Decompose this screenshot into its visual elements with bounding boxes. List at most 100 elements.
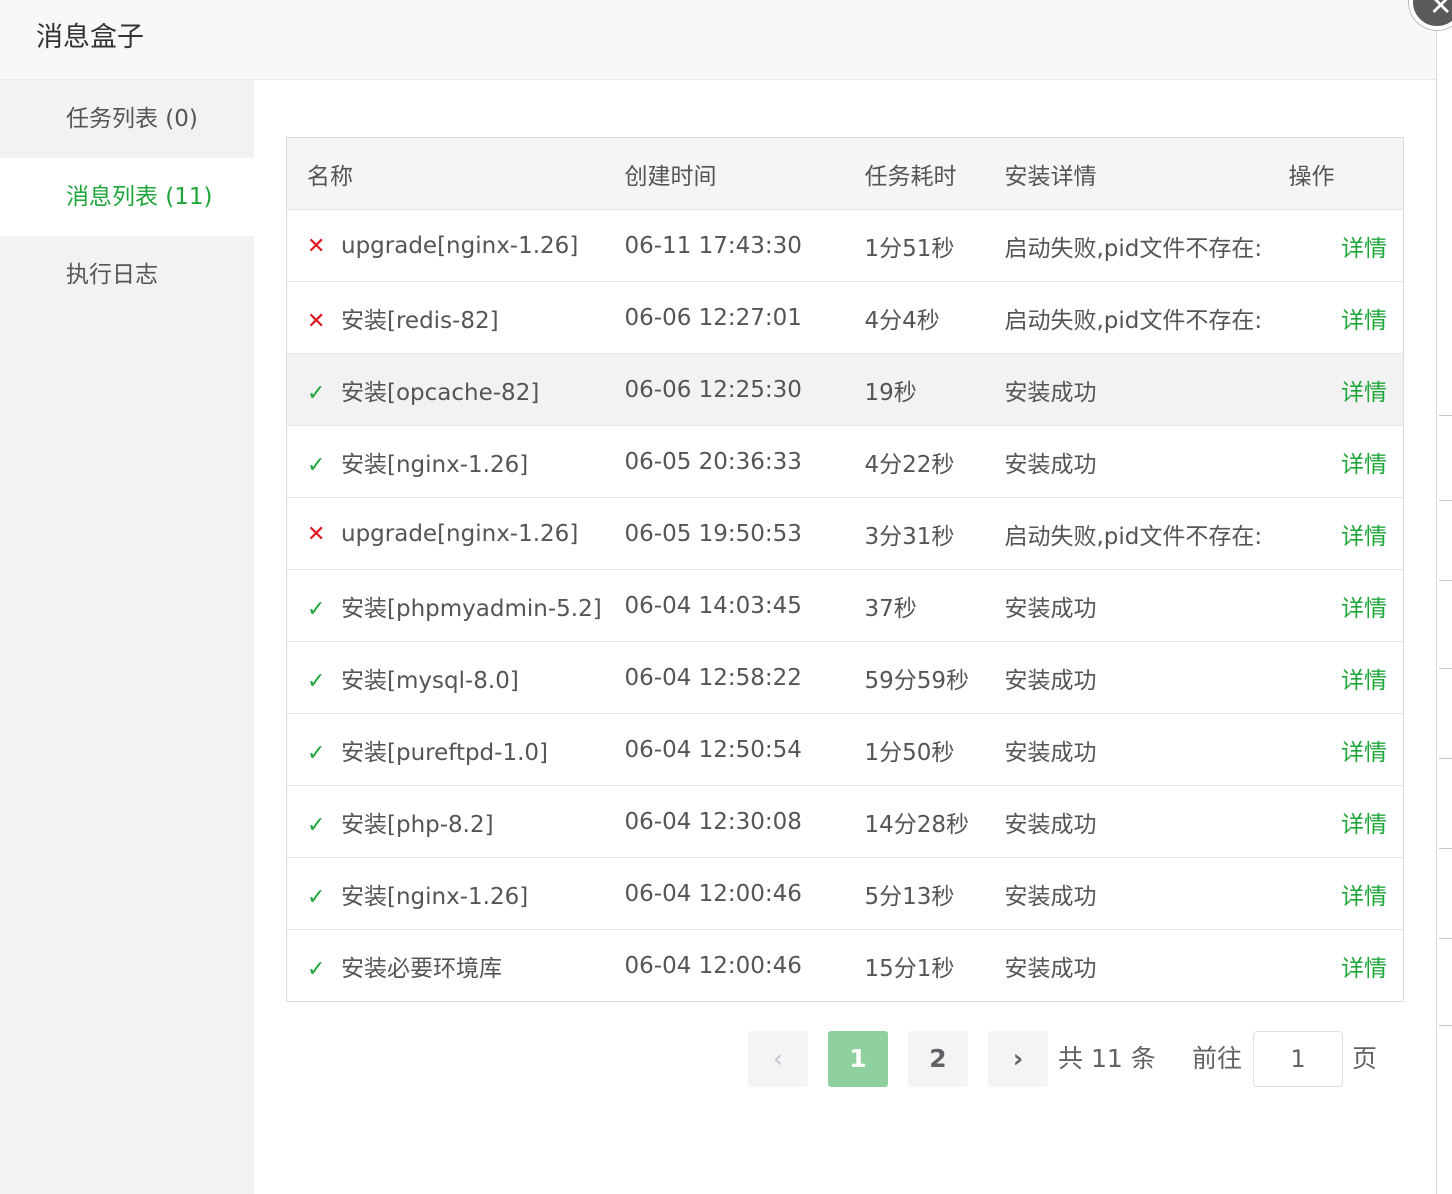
details-link[interactable]: 详情 — [1341, 452, 1387, 478]
check-icon: ✓ — [307, 452, 326, 478]
cell-created: 06-04 12:30:08 — [624, 785, 865, 858]
task-name: upgrade[nginx-1.26] — [341, 232, 579, 259]
sidebar-item-message-list[interactable]: 消息列表 (11) — [0, 158, 254, 236]
cell-duration: 19秒 — [864, 353, 1005, 426]
cell-duration: 1分51秒 — [864, 209, 1005, 282]
details-link[interactable]: 详情 — [1341, 884, 1387, 910]
cell-duration: 3分31秒 — [864, 497, 1005, 570]
prev-page-button[interactable]: ‹ — [748, 1031, 808, 1087]
table-row: ✓ 安装[opcache-82] 06-06 12:25:30 19秒 安装成功 详情 — [286, 353, 1404, 426]
edge-tick — [1439, 500, 1452, 501]
cell-details: 启动失败,pid文件不存在: — [1004, 209, 1289, 282]
table-row: ✓ 安装[nginx-1.26] 06-04 12:00:46 5分13秒 安装成功 详情 — [286, 857, 1404, 930]
cell-action: 详情 — [1288, 857, 1404, 930]
cell-created: 06-04 12:00:46 — [624, 952, 802, 979]
next-page-button[interactable]: › — [988, 1031, 1048, 1087]
cell-details: 安装成功 — [1004, 353, 1289, 426]
background-window-edge — [1436, 0, 1452, 1194]
goto-page-input[interactable]: 1 — [1253, 1031, 1343, 1087]
cell-duration: 37秒 — [864, 569, 1005, 642]
details-link[interactable]: 详情 — [1341, 668, 1387, 694]
message-box-dialog: 消息盒子 任务列表 (0) 消息列表 (11) 执行日志 名称 创建时间 任务耗… — [0, 0, 1436, 1194]
task-name: upgrade[nginx-1.26] — [341, 520, 579, 547]
cell-action: 详情 — [1288, 353, 1404, 426]
details-link[interactable]: 详情 — [1341, 236, 1387, 262]
cell-name: ✓ 安装[opcache-82] — [286, 353, 625, 426]
table-row: ✓ 安装[php-8.2] 06-04 12:30:08 14分28秒 安装成功 详情 — [286, 785, 1404, 858]
cell-name: ✕ upgrade[nginx-1.26] — [286, 209, 625, 282]
cell-action: 详情 — [1288, 785, 1404, 858]
cell-created: 06-04 14:03:45 — [624, 569, 865, 642]
table-row: ✕ 安装[redis-82] 06-06 12:27:01 4分4秒 启动失败,pid文… — [286, 281, 1404, 354]
cell-details: 启动失败,pid文件不存在: — [1004, 497, 1289, 570]
check-icon: ✓ — [307, 956, 326, 982]
cell-created: 06-04 12:58:22 — [624, 641, 865, 714]
cell-created: 06-06 12:25:30 — [624, 353, 865, 426]
details-link[interactable]: 详情 — [1341, 956, 1387, 982]
cell-created: 06-11 17:43:30 — [624, 209, 865, 282]
cell-created: 06-04 12:00:46 — [624, 857, 865, 930]
cell-duration: 59分59秒 — [864, 641, 1005, 714]
details-link[interactable]: 详情 — [1341, 308, 1387, 334]
details-link[interactable]: 详情 — [1341, 596, 1387, 622]
edge-tick — [1439, 758, 1452, 759]
cell-details: 启动失败,pid文件不存在: — [1004, 281, 1289, 354]
cell-details: 安装成功 — [1004, 425, 1289, 498]
dialog-title-bar: 消息盒子 — [0, 0, 1436, 80]
pagination: ‹ 1 2 › 共 11 条 前往 1 页 — [748, 1031, 1388, 1087]
task-name: 安装[opcache-82] — [341, 379, 540, 406]
cell-details: 安装成功 — [1004, 955, 1097, 982]
cell-details: 安装成功 — [1004, 641, 1289, 714]
cell-duration: 15分1秒 — [864, 955, 955, 982]
cell-name: ✓ 安装[nginx-1.26] — [286, 425, 625, 498]
cell-created: 06-05 19:50:53 — [624, 497, 865, 570]
cross-icon: ✕ — [307, 521, 326, 547]
cell-created: 06-06 12:27:01 — [624, 281, 865, 354]
details-link[interactable]: 详情 — [1341, 524, 1387, 550]
close-icon: ✕ — [1429, 0, 1452, 22]
sidebar-item-execution-log[interactable]: 执行日志 — [0, 236, 254, 314]
table-row: ✓ 安装[phpmyadmin-5.2] 06-04 14:03:45 37秒 安装成功… — [286, 569, 1404, 642]
task-name: 安装[nginx-1.26] — [341, 451, 529, 478]
cell-created: 06-04 12:50:54 — [624, 713, 865, 786]
message-list-panel: 名称 创建时间 任务耗时 安装详情 操作 ✕ upgrade[nginx-1.26… — [254, 80, 1436, 1194]
cell-action: 详情 — [1288, 497, 1404, 570]
page-suffix: 页 — [1352, 1044, 1378, 1073]
page-1-button[interactable]: 1 — [828, 1031, 888, 1087]
check-icon: ✓ — [307, 380, 326, 406]
details-link[interactable]: 详情 — [1341, 812, 1387, 838]
message-table: 名称 创建时间 任务耗时 安装详情 操作 ✕ upgrade[nginx-1.26… — [286, 137, 1404, 1002]
table-header-row: 名称 创建时间 任务耗时 安装详情 操作 — [286, 137, 1404, 210]
sidebar: 任务列表 (0) 消息列表 (11) 执行日志 — [0, 80, 254, 1194]
cell-action: 详情 — [1288, 641, 1404, 714]
edge-tick — [1439, 668, 1452, 669]
dialog-title: 消息盒子 — [36, 22, 144, 53]
details-link[interactable]: 详情 — [1341, 380, 1387, 406]
edge-tick — [1439, 848, 1452, 849]
cell-details: 安装成功 — [1004, 857, 1289, 930]
column-header-name: 名称 — [286, 137, 625, 210]
goto-label: 前往 — [1192, 1044, 1243, 1073]
column-header-duration: 任务耗时 — [864, 137, 1005, 210]
column-header-action: 操作 — [1288, 137, 1404, 210]
cell-action: 详情 — [1288, 425, 1404, 498]
cell-details: 安装成功 — [1004, 785, 1289, 858]
cell-name: ✓ 安装[phpmyadmin-5.2] — [286, 569, 625, 642]
cell-duration: 5分13秒 — [864, 857, 1005, 930]
cell-name: ✓ 安装[pureftpd-1.0] — [286, 713, 625, 786]
details-link[interactable]: 详情 — [1341, 740, 1387, 766]
page-2-button[interactable]: 2 — [908, 1031, 968, 1087]
task-name: 安装[nginx-1.26] — [341, 883, 529, 910]
task-name: 安装[php-8.2] — [341, 811, 494, 838]
task-name: 安装必要环境库 — [341, 955, 502, 982]
column-header-details: 安装详情 — [1004, 137, 1289, 210]
sidebar-item-task-list[interactable]: 任务列表 (0) — [0, 80, 254, 158]
table-row: ✓ 安装[mysql-8.0] 06-04 12:58:22 59分59秒 安装成功 详情 — [286, 641, 1404, 714]
cross-icon: ✕ — [307, 308, 326, 334]
table-row: ✓ 安装必要环境库 06-04 12:00:46 15分1秒 安装成功 详情 — [287, 930, 1404, 1002]
task-name: 安装[mysql-8.0] — [341, 667, 519, 694]
cell-action: 详情 — [1288, 713, 1404, 786]
total-count: 共 11 条 — [1058, 1044, 1156, 1073]
cell-name: ✓ 安装[nginx-1.26] — [286, 857, 625, 930]
cell-created: 06-05 20:36:33 — [624, 425, 865, 498]
